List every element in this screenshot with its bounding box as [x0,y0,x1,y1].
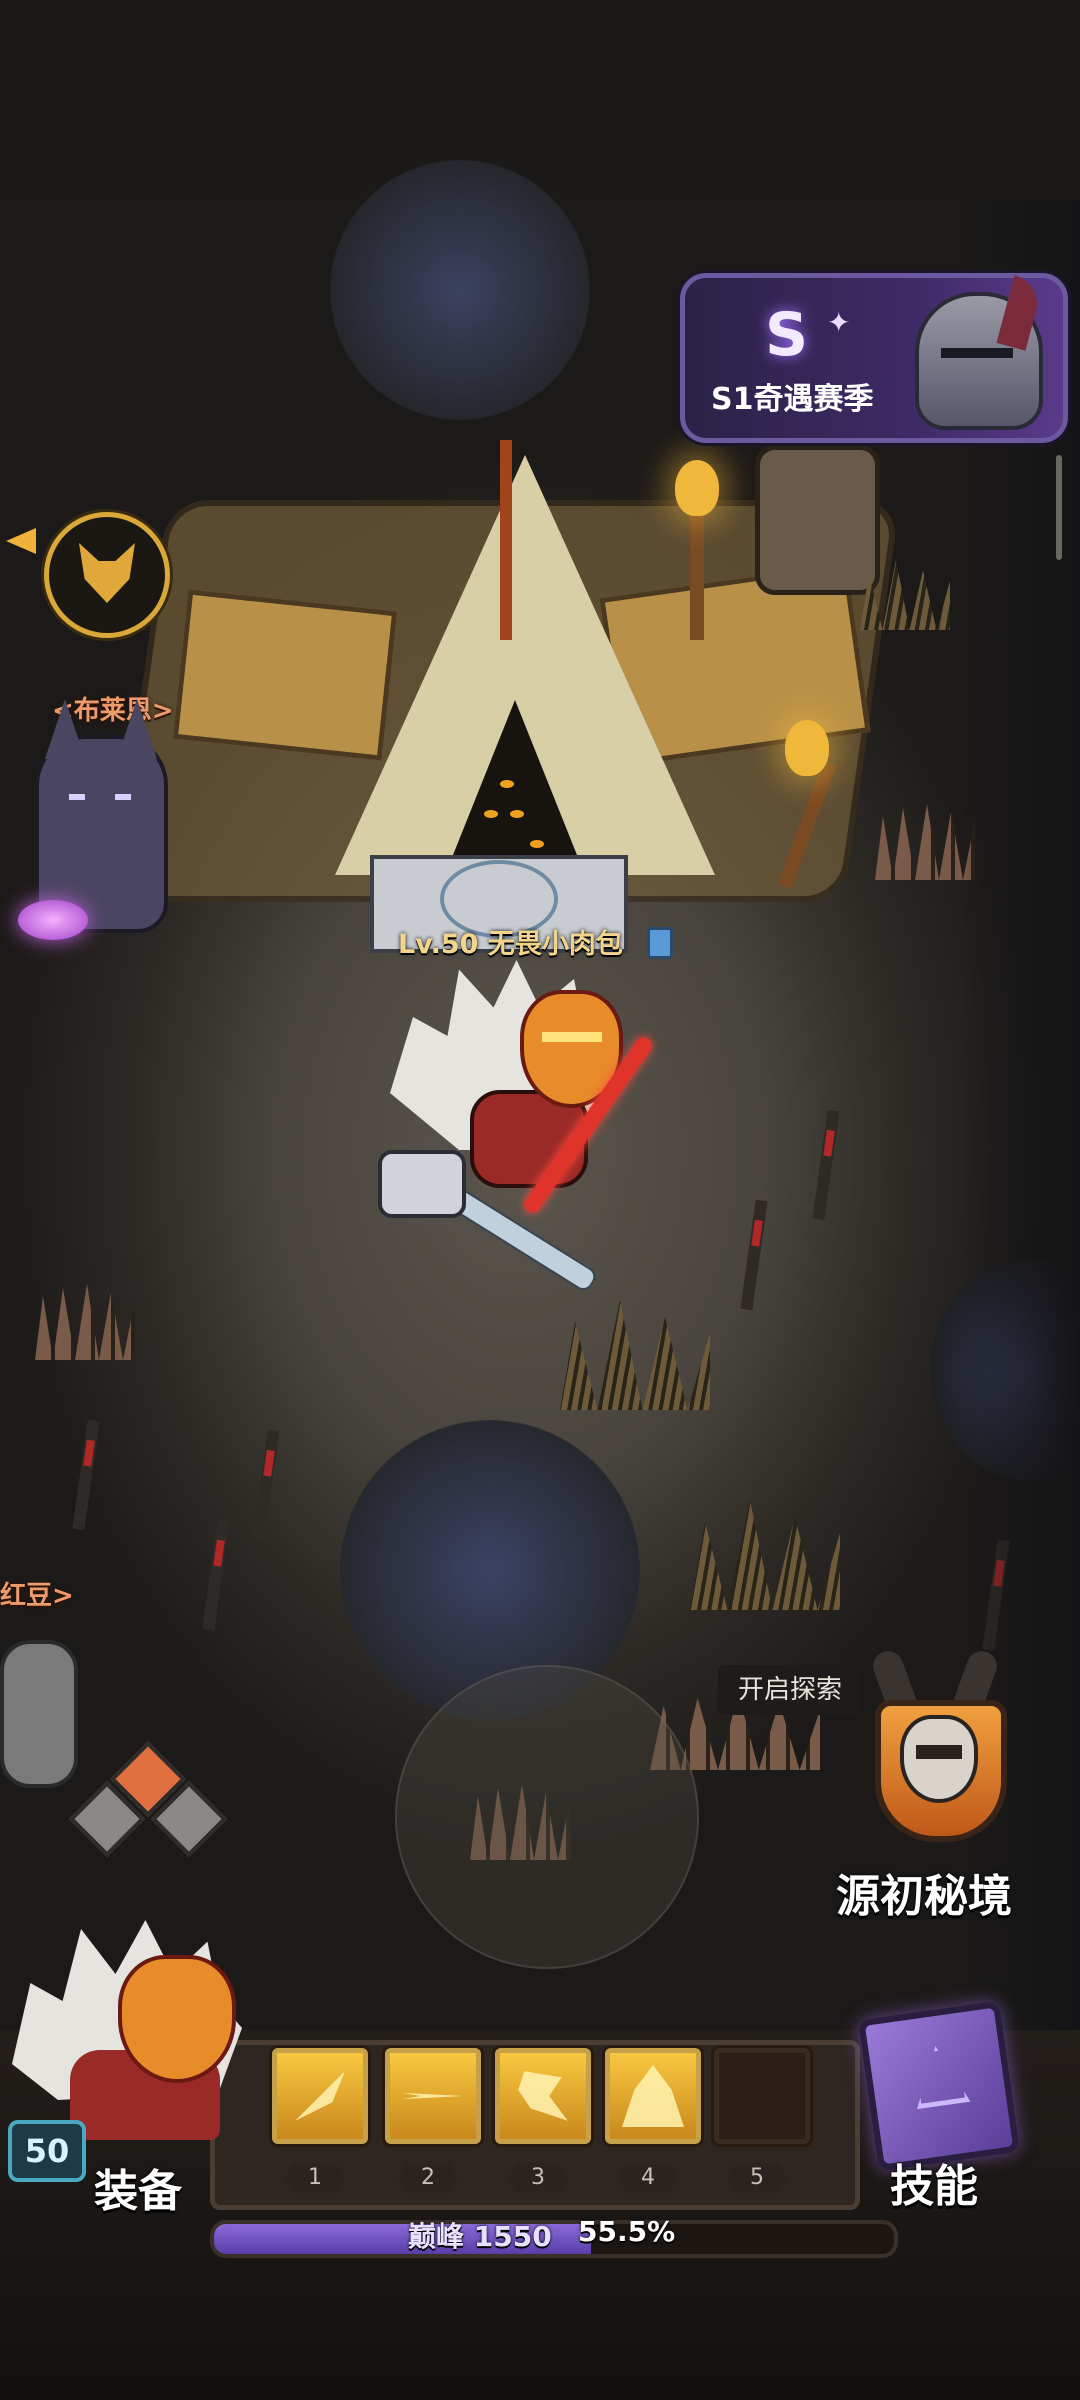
formation-button[interactable] [68,1740,228,1858]
creature-eye [530,840,544,848]
skill-slot-5[interactable] [714,2048,810,2144]
spool-icon [647,927,673,959]
torch-flame [785,720,829,776]
slash-arc-icon [295,2071,345,2121]
sparkle-icon: ✦ [827,306,851,339]
creature-eye [484,810,498,818]
creature-eye [500,780,514,788]
skill-slot-4[interactable] [605,2048,701,2144]
season-event-card[interactable]: S ✦ S1奇遇赛季 [680,273,1068,443]
wolf-eye [115,794,131,800]
skill-slot-2[interactable] [385,2048,481,2144]
player-name-tag: Lv.50 无畏小肉包 [398,929,623,960]
red-reed [252,1429,280,1541]
red-reed [72,1419,100,1531]
skill-slot-3[interactable] [495,2048,591,2144]
npc-hongdou[interactable] [0,1640,78,1788]
slot-number: 5 [727,2163,787,2193]
magic-orb [18,900,88,940]
skill-button[interactable]: 技能 [890,2150,978,2214]
origin-realm-label[interactable]: 源初秘境 [836,1860,1012,1924]
gauntlet [378,1150,466,1218]
season-title: S1奇遇赛季 [711,382,874,417]
burst-strike-icon [402,2092,464,2100]
demon-icon [622,2065,684,2127]
virtual-joystick[interactable] [395,1665,699,1969]
tent-pole [500,440,512,640]
skill-book-icon[interactable] [858,2000,1020,2172]
blue-thorn-bush [330,160,590,420]
npc-name-hongdou: 红豆> [0,1581,74,1611]
dragon-icon [518,2071,568,2121]
wooden-stakes [35,1284,135,1360]
red-reed [812,1109,840,1221]
slot-number: 2 [398,2163,458,2193]
tent-door [445,700,585,875]
season-s-icon: S [765,300,809,370]
npc-pointer-arrow-icon [6,528,36,554]
explore-tooltip: 开启探索 [718,1665,862,1715]
slot-number: 1 [285,2163,345,2193]
red-reed [202,1519,230,1631]
slot-number: 4 [618,2163,678,2193]
player-level-badge: 50 [8,2120,86,2182]
scroll-indicator [1056,455,1062,560]
red-reed [740,1199,768,1311]
barrel [755,445,880,595]
peak-rank-text: 巅峰 1550 [408,2220,552,2253]
peak-progress-bar [210,2220,898,2258]
slot-number: 3 [508,2163,568,2193]
skull-icon [900,1715,978,1803]
player-avatar-mask[interactable] [118,1955,236,2083]
fox-head-icon [79,543,135,603]
origin-realm-button[interactable] [860,1646,1010,1850]
dry-grass [560,1300,710,1410]
dry-grass [690,1500,840,1610]
wolf-eye [69,794,85,800]
creature-eye [510,810,524,818]
skill-slot-1[interactable] [272,2048,368,2144]
peak-progress-text: 55.5% [578,2215,676,2248]
equip-button[interactable]: 装备 [94,2155,182,2219]
npc-portrait-button[interactable] [44,512,170,638]
